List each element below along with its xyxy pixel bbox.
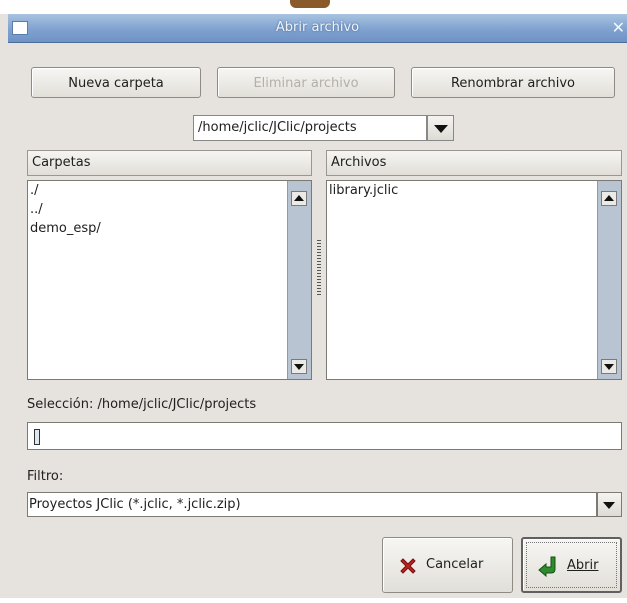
path-dropdown-button[interactable] <box>427 115 454 141</box>
arrow-up-icon <box>604 195 614 201</box>
filter-dropdown-button[interactable] <box>597 492 622 517</box>
file-item[interactable]: library.jclic <box>327 181 621 200</box>
selection-label: Selección: /home/jclic/JClic/projects <box>27 397 257 412</box>
open-label: Abrir <box>567 558 599 573</box>
scroll-down-button[interactable] <box>601 359 617 374</box>
filter-label: Filtro: <box>27 469 64 484</box>
files-list[interactable]: library.jclic <box>326 180 622 380</box>
filter-combo[interactable]: Proyectos JClic (*.jclic, *.jclic.zip) <box>27 492 597 517</box>
files-scrollbar[interactable] <box>597 181 621 379</box>
window-title: Abrir archivo <box>275 20 360 35</box>
cancel-label: Cancelar <box>426 557 484 572</box>
title-bar[interactable]: Abrir archivo ✕ <box>8 14 627 43</box>
text-cursor <box>34 429 40 445</box>
chevron-down-icon <box>434 125 448 133</box>
pane-resize-handle[interactable] <box>317 240 321 295</box>
open-file-dialog: Abrir archivo ✕ Nueva carpeta Eliminar a… <box>0 0 627 603</box>
folders-header[interactable]: Carpetas <box>27 150 312 176</box>
rename-file-button[interactable]: Renombrar archivo <box>411 67 615 98</box>
open-button[interactable]: Abrir <box>521 537 622 593</box>
red-x-icon <box>400 558 416 574</box>
folders-scrollbar[interactable] <box>287 181 311 379</box>
green-arrow-icon <box>538 556 556 577</box>
arrow-down-icon <box>604 364 614 370</box>
folders-list[interactable]: ./ ../ demo_esp/ <box>27 180 312 380</box>
close-icon[interactable]: ✕ <box>612 18 625 37</box>
scroll-up-button[interactable] <box>601 191 617 206</box>
scroll-up-button[interactable] <box>291 191 307 206</box>
top-strip <box>0 0 627 14</box>
scroll-down-button[interactable] <box>291 359 307 374</box>
folder-item[interactable]: ./ <box>28 181 311 200</box>
new-folder-button[interactable]: Nueva carpeta <box>31 67 201 98</box>
chevron-down-icon <box>603 502 615 509</box>
path-combo[interactable]: /home/jclic/JClic/projects <box>193 115 427 141</box>
folder-item[interactable]: ../ <box>28 200 311 219</box>
arrow-down-icon <box>294 364 304 370</box>
arrow-up-icon <box>294 195 304 201</box>
bottom-strip <box>0 598 627 603</box>
selection-input[interactable] <box>27 422 622 450</box>
folder-item[interactable]: demo_esp/ <box>28 219 311 238</box>
delete-file-button[interactable]: Eliminar archivo <box>217 67 395 98</box>
cancel-button[interactable]: Cancelar <box>382 537 513 593</box>
files-header[interactable]: Archivos <box>326 150 622 176</box>
desktop-decoration <box>290 0 330 8</box>
